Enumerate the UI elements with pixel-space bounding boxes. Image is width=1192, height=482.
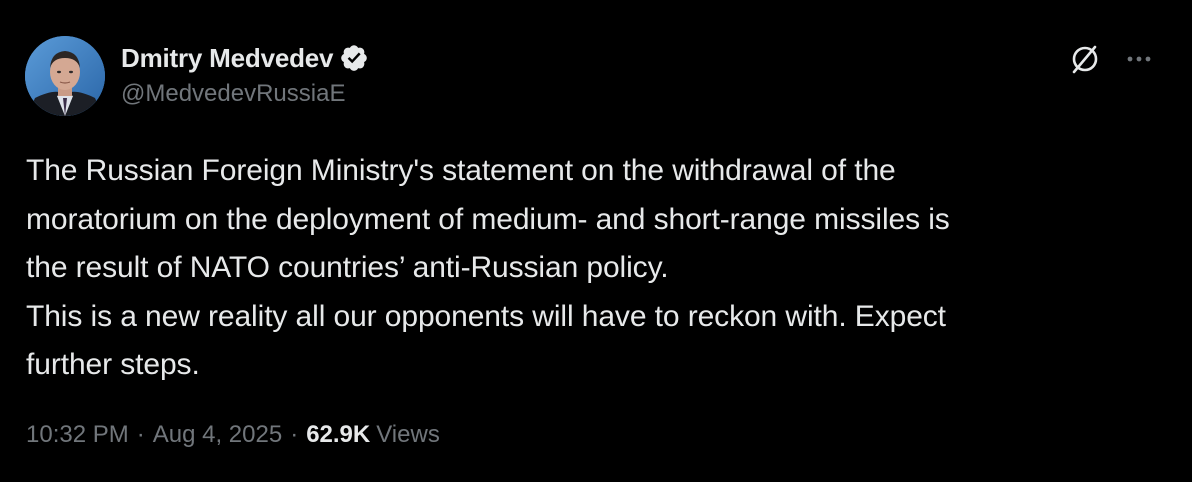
tweet-metadata: 10:32 PM · Aug 4, 2025 · 62.9K Views (26, 421, 440, 449)
tweet-date[interactable]: Aug 4, 2025 (153, 421, 282, 449)
meta-separator: · (290, 421, 299, 448)
avatar-image (25, 36, 105, 116)
author-handle[interactable]: @MedvedevRussiaE (121, 80, 345, 108)
tweet-text-line: further steps. (26, 348, 200, 381)
tweet-text-line: the result of NATO countries’ anti-Russi… (26, 251, 669, 284)
grok-slashed-circle-icon[interactable] (1068, 42, 1102, 76)
verified-badge-icon[interactable] (339, 43, 369, 73)
tweet-card: Dmitry Medvedev @MedvedevRussiaE The Rus… (0, 0, 1192, 482)
tweet-text-line: The Russian Foreign Ministry's statement… (26, 154, 896, 187)
avatar[interactable] (25, 36, 105, 116)
meta-separator: · (136, 421, 145, 448)
tweet-text-line: This is a new reality all our opponents … (26, 299, 946, 333)
views-count[interactable]: 62.9K (306, 421, 370, 449)
views-label: Views (376, 421, 440, 448)
tweet-text: The Russian Foreign Ministry's statement… (26, 147, 1166, 390)
author-display-name[interactable]: Dmitry Medvedev (121, 43, 334, 74)
tweet-text-line: moratorium on the deployment of medium- … (26, 202, 950, 236)
tweet-time[interactable]: 10:32 PM (26, 421, 129, 449)
author-name-row: Dmitry Medvedev (121, 40, 369, 76)
more-horizontal-icon[interactable] (1122, 47, 1156, 71)
